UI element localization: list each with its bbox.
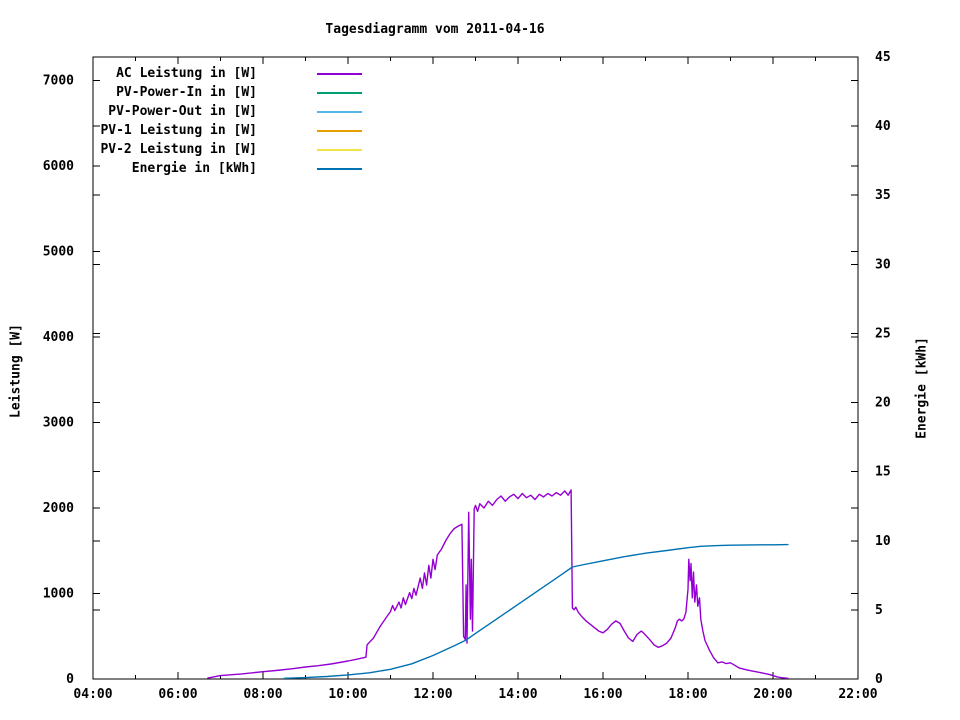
y-right-tick-label: 10 xyxy=(875,534,891,549)
chart-page: Tagesdiagramm vom 2011-04-16 Leistung [W… xyxy=(0,0,960,720)
legend-line-sample xyxy=(317,110,362,113)
legend-line-sample xyxy=(317,148,362,151)
y-right-tick-label: 35 xyxy=(875,188,891,203)
legend-label: Energie in [kWh] xyxy=(131,161,257,176)
legend-item-pv-power-out: PV-Power-Out in [W] xyxy=(90,102,362,121)
y-left-tick-label: 7000 xyxy=(43,74,74,89)
x-tick-label: 18:00 xyxy=(668,687,707,702)
y-right-tick-label: 25 xyxy=(875,326,891,341)
legend-label: PV-2 Leistung in [W] xyxy=(100,142,257,157)
legend-item-ac-leistung: AC Leistung in [W] xyxy=(90,64,362,83)
y-left-tick-label: 1000 xyxy=(43,587,74,602)
legend-line-sample xyxy=(317,72,362,75)
legend-item-pv1-leistung: PV-1 Leistung in [W] xyxy=(90,121,362,140)
y-left-tick-label: 5000 xyxy=(43,245,74,260)
x-tick-label: 10:00 xyxy=(328,687,367,702)
legend-label: AC Leistung in [W] xyxy=(116,66,257,81)
x-tick-label: 22:00 xyxy=(838,687,877,702)
y-right-tick-label: 0 xyxy=(875,672,883,687)
chart-legend: AC Leistung in [W] PV-Power-In in [W] PV… xyxy=(90,64,362,178)
x-tick-label: 12:00 xyxy=(413,687,452,702)
y-left-tick-label: 4000 xyxy=(43,330,74,345)
y-left-tick-label: 6000 xyxy=(43,159,74,174)
y-right-tick-label: 15 xyxy=(875,465,891,480)
x-tick-label: 06:00 xyxy=(158,687,197,702)
series-path-0 xyxy=(207,489,789,679)
y-left-tick-label: 3000 xyxy=(43,416,74,431)
x-tick-label: 16:00 xyxy=(583,687,622,702)
y-right-tick-label: 40 xyxy=(875,119,891,134)
legend-item-pv2-leistung: PV-2 Leistung in [W] xyxy=(90,140,362,159)
legend-label: PV-1 Leistung in [W] xyxy=(100,123,257,138)
y-right-tick-label: 5 xyxy=(875,603,883,618)
y-left-tick-label: 2000 xyxy=(43,501,74,516)
x-tick-label: 14:00 xyxy=(498,687,537,702)
legend-line-sample xyxy=(317,167,362,170)
legend-line-sample xyxy=(317,129,362,132)
legend-label: PV-Power-In in [W] xyxy=(116,85,257,100)
y-right-tick-label: 30 xyxy=(875,257,891,272)
x-tick-label: 08:00 xyxy=(243,687,282,702)
x-tick-label: 20:00 xyxy=(753,687,792,702)
x-tick-label: 04:00 xyxy=(73,687,112,702)
legend-line-sample xyxy=(317,91,362,94)
y-left-tick-label: 0 xyxy=(66,672,74,687)
y-right-tick-label: 20 xyxy=(875,396,891,411)
legend-item-energie: Energie in [kWh] xyxy=(90,159,362,178)
legend-label: PV-Power-Out in [W] xyxy=(108,104,257,119)
legend-item-pv-power-in: PV-Power-In in [W] xyxy=(90,83,362,102)
y-right-tick-label: 45 xyxy=(875,50,891,65)
